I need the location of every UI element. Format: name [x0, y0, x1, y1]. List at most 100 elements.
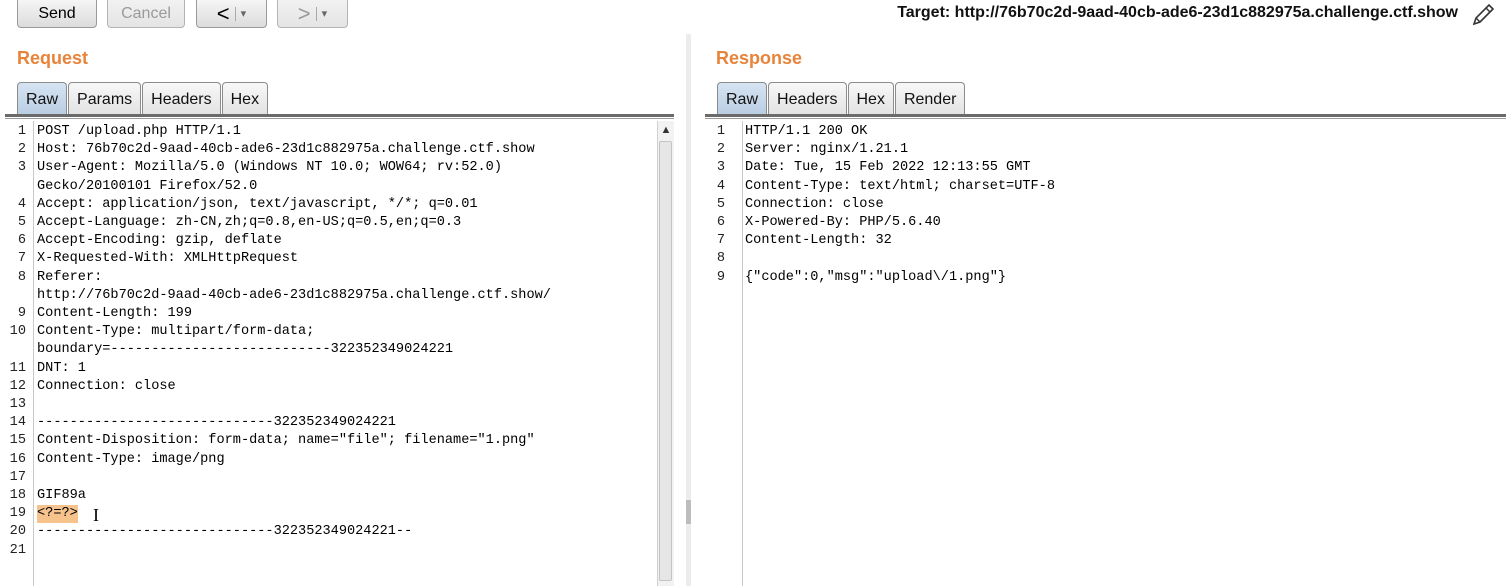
code-line[interactable]: 21 [5, 542, 657, 560]
code-line[interactable]: 9 {"code":0,"msg":"upload\/1.png"} [705, 269, 1506, 287]
line-number: 7 [17, 251, 26, 267]
tab-raw[interactable]: Raw [17, 82, 68, 115]
code-line[interactable]: 1 HTTP/1.1 200 OK [705, 123, 1506, 141]
line-number: 17 [9, 469, 26, 485]
code-line[interactable]: 11 DNT: 1 [5, 360, 657, 378]
code-line[interactable]: 8 Referer: [5, 269, 657, 287]
response-editor[interactable]: 1 HTTP/1.1 200 OK 2 Server: nginx/1.21.1 3 Da… [705, 121, 1506, 586]
code-line[interactable]: 6 Accept-Encoding: gzip, deflate [5, 232, 657, 250]
highlighted-code-text: <?=?> [37, 505, 78, 524]
code-line[interactable]: 15 Content-Disposition: form-data; name="… [5, 432, 657, 450]
code-text: X-Powered-By: PHP/5.6.40 [745, 215, 941, 230]
line-number: 12 [9, 378, 26, 394]
code-line[interactable]: 12 Connection: close [5, 378, 657, 396]
line-number: 2 [17, 142, 26, 158]
code-line[interactable]: 7 Content-Length: 32 [705, 232, 1506, 250]
code-text: Date: Tue, 15 Feb 2022 12:13:55 GMT [745, 160, 1031, 176]
code-text: HTTP/1.1 200 OK [745, 124, 868, 139]
code-text: Content-Disposition: form-data; name="fi… [37, 433, 535, 449]
response-title: Response [716, 48, 803, 68]
code-line[interactable]: 9 Content-Length: 199 [5, 305, 657, 323]
code-line[interactable]: 8 [705, 250, 1506, 268]
line-number: 13 [9, 397, 26, 412]
line-number: 9 [716, 269, 725, 285]
toolbar: Send Cancel < ▾ > ▾ Target: http://76b70c2… [0, 0, 1506, 34]
code-line[interactable]: 19 <?=?> [5, 505, 657, 524]
line-number: 2 [716, 142, 725, 158]
code-text: Referer: [37, 269, 103, 285]
code-text: Content-Type: text/html; charset=UTF-8 [745, 178, 1055, 194]
line-number: 8 [716, 251, 725, 267]
line-number: 5 [716, 196, 725, 212]
line-number: 3 [716, 160, 725, 176]
tab-render[interactable]: Render [894, 82, 966, 115]
code-text: Connection: close [745, 196, 884, 212]
chevron-down-icon: ▾ [321, 8, 328, 20]
code-line[interactable]: http://76b70c2d-9aad-40cb-ade6-23d1c8829… [5, 287, 657, 305]
code-text: Accept-Language: zh-CN,zh;q=0.8,en-US;q=… [37, 215, 462, 230]
code-text: Server: nginx/1.21.1 [745, 142, 909, 158]
line-number: 6 [716, 215, 725, 230]
line-number: 8 [17, 269, 26, 285]
pencil-icon[interactable] [1468, 0, 1498, 30]
code-line[interactable]: 13 [5, 396, 657, 414]
code-text: -----------------------------32235234902… [37, 415, 396, 431]
code-text: {"code":0,"msg":"upload\/1.png"} [745, 269, 1007, 285]
back-arrow-icon: < [216, 1, 230, 26]
code-line[interactable]: 14 -----------------------------322352349… [5, 414, 657, 432]
back-button[interactable]: < ▾ [196, 0, 267, 28]
code-text: Gecko/20100101 Firefox/52.0 [37, 178, 258, 194]
code-line[interactable]: 3 Date: Tue, 15 Feb 2022 12:13:55 GMT [705, 159, 1506, 177]
line-number: 3 [17, 160, 26, 176]
line-number: 4 [716, 178, 725, 194]
code-text: Content-Type: image/png [37, 451, 225, 467]
tab-hex[interactable]: Hex [847, 82, 894, 115]
code-line[interactable]: 4 Accept: application/json, text/javascri… [5, 196, 657, 214]
send-button[interactable]: Send [17, 0, 97, 28]
code-line[interactable]: 1 POST /upload.php HTTP/1.1 [5, 123, 657, 141]
code-line[interactable]: 4 Content-Type: text/html; charset=UTF-8 [705, 178, 1506, 196]
code-line[interactable]: 10 Content-Type: multipart/form-data; [5, 323, 657, 341]
tab-headers[interactable]: Headers [142, 82, 221, 115]
scroll-thumb[interactable] [659, 141, 672, 581]
request-scrollbar[interactable]: ▲ [657, 121, 674, 586]
code-line[interactable]: 2 Server: nginx/1.21.1 [705, 141, 1506, 159]
code-line[interactable]: 5 Accept-Language: zh-CN,zh;q=0.8,en-US;q… [5, 214, 657, 232]
code-line[interactable]: boundary=---------------------------3223… [5, 341, 657, 359]
code-text: Content-Length: 32 [745, 233, 892, 249]
code-line[interactable]: 3 User-Agent: Mozilla/5.0 (Windows NT 10.… [5, 159, 657, 177]
tab-raw[interactable]: Raw [717, 82, 768, 115]
code-line[interactable]: Gecko/20100101 Firefox/52.0 [5, 178, 657, 196]
code-text: Accept-Encoding: gzip, deflate [37, 233, 282, 249]
request-editor[interactable]: 1 POST /upload.php HTTP/1.1 2 Host: 76b70c2… [5, 121, 657, 586]
line-number: 18 [9, 488, 26, 503]
code-line[interactable]: 7 X-Requested-With: XMLHttpRequest [5, 250, 657, 268]
line-number: 20 [9, 524, 26, 540]
code-line[interactable]: 18 GIF89a [5, 487, 657, 505]
tab-hex[interactable]: Hex [221, 82, 269, 115]
line-number: 21 [9, 542, 26, 558]
scroll-up-icon[interactable]: ▲ [658, 123, 674, 137]
code-text: POST /upload.php HTTP/1.1 [37, 124, 241, 139]
code-text: X-Requested-With: XMLHttpRequest [37, 251, 299, 267]
text-cursor-icon: I [93, 505, 99, 525]
code-text: Accept: application/json, text/javascrip… [37, 196, 478, 212]
code-text: boundary=---------------------------3223… [37, 342, 454, 358]
line-number: 1 [716, 124, 725, 139]
response-tabs: Raw Headers Hex Render [717, 82, 966, 115]
line-number: 6 [17, 233, 26, 249]
code-line[interactable]: 16 Content-Type: image/png [5, 451, 657, 469]
tab-params[interactable]: Params [68, 82, 142, 115]
code-line[interactable]: 2 Host: 76b70c2d-9aad-40cb-ade6-23d1c8829… [5, 141, 657, 159]
forward-button[interactable]: > ▾ [277, 0, 348, 28]
code-line[interactable]: 17 [5, 469, 657, 487]
line-number: 9 [17, 306, 26, 321]
code-line[interactable]: 6 X-Powered-By: PHP/5.6.40 [705, 214, 1506, 232]
code-line[interactable]: 20 -----------------------------322352349… [5, 523, 657, 541]
code-text: -----------------------------32235234902… [37, 524, 413, 540]
code-text: Content-Type: multipart/form-data; [37, 324, 315, 340]
code-line[interactable]: 5 Connection: close [705, 196, 1506, 214]
splitter-grip[interactable] [686, 500, 691, 524]
cancel-button[interactable]: Cancel [107, 0, 185, 28]
tab-headers[interactable]: Headers [768, 82, 847, 115]
